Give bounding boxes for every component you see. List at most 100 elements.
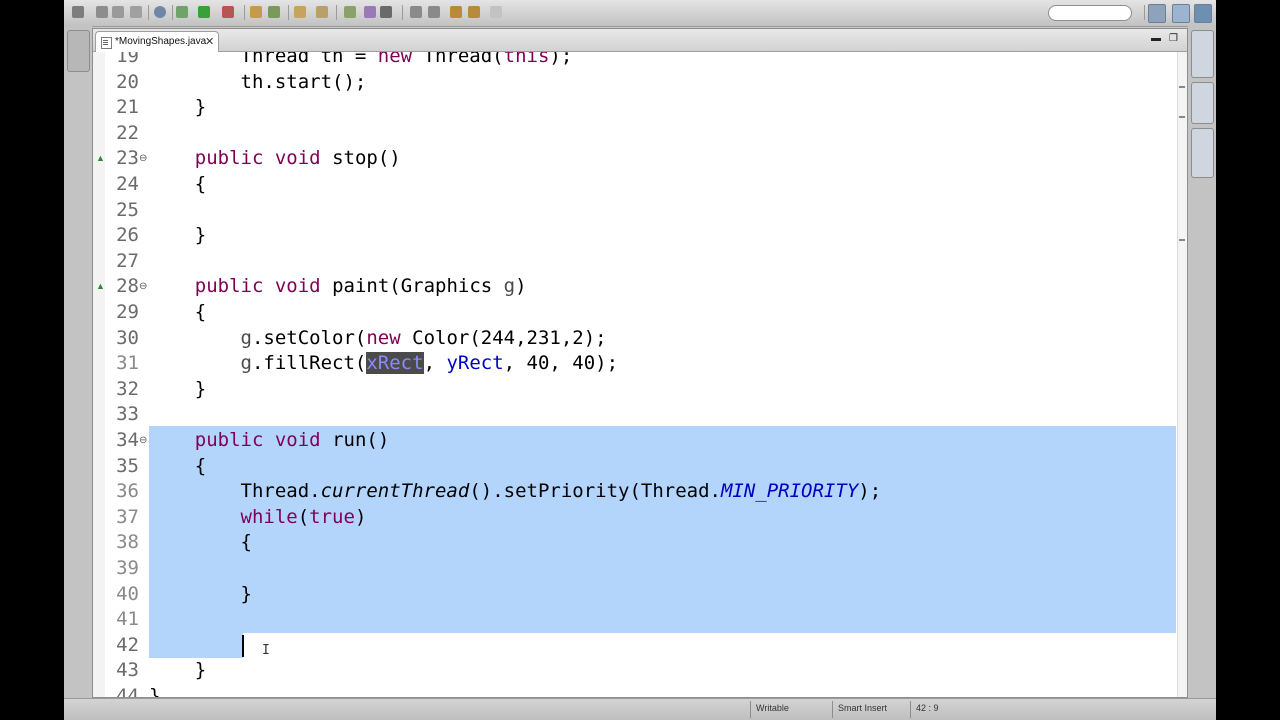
code-token: void <box>274 147 321 170</box>
vertical-scrollbar[interactable] <box>1177 52 1187 697</box>
back-arrow-icon[interactable] <box>450 6 462 18</box>
text-caret <box>242 634 244 657</box>
new-package-icon[interactable] <box>268 6 280 18</box>
code-token: MIN_PRIORITY <box>720 480 859 503</box>
print-icon[interactable] <box>130 6 142 18</box>
save-all-icon[interactable] <box>112 6 124 18</box>
code-line[interactable]: th.start(); <box>149 70 367 96</box>
line-number: 42 <box>116 633 139 656</box>
code-token: } <box>149 96 207 119</box>
toolbar-separator <box>336 5 337 20</box>
line-number: 23 <box>116 147 139 170</box>
line-number: 32 <box>116 377 139 400</box>
code-token: } <box>149 685 161 697</box>
code-line[interactable]: } <box>149 658 206 684</box>
code-line[interactable]: } <box>149 684 160 697</box>
fold-toggle-icon[interactable]: ⊖ <box>139 274 147 300</box>
fold-toggle-icon[interactable]: ⊖ <box>139 146 147 172</box>
line-number: 30 <box>116 326 139 349</box>
line-number: 31 <box>116 352 139 375</box>
line-number: 29 <box>116 301 139 323</box>
code-line[interactable]: { <box>149 300 206 326</box>
code-line[interactable]: { <box>149 454 206 480</box>
tasks-minimized[interactable] <box>1191 82 1214 124</box>
editor-tab-movingshapes[interactable]: *MovingShapes.java ✕ <box>95 31 219 52</box>
code-line[interactable]: } <box>149 95 206 121</box>
code-line[interactable]: while(true) <box>149 505 367 531</box>
debug-perspective-icon[interactable] <box>1194 4 1212 23</box>
quick-access-input[interactable] <box>1048 5 1132 21</box>
code-line[interactable]: Thread.currentThread().setPriority(Threa… <box>149 479 882 505</box>
code-token: xRect <box>366 352 424 375</box>
java-perspective-icon[interactable] <box>1172 4 1190 23</box>
debug-skip-icon[interactable] <box>154 6 166 18</box>
code-line[interactable]: { <box>149 530 252 556</box>
line-number: 24 <box>116 173 139 195</box>
code-area[interactable]: 19 Thread th = new Thread(this); 20 th.st… <box>93 52 1187 697</box>
code-token: currentThread <box>320 480 470 503</box>
code-line[interactable]: public void paint(Graphics g) <box>149 274 527 300</box>
code-line[interactable]: } <box>149 377 206 403</box>
open-type-icon[interactable] <box>294 6 306 18</box>
java-file-icon <box>101 37 112 49</box>
package-explorer-minimized[interactable] <box>67 30 90 72</box>
code-token: run() <box>320 429 390 451</box>
code-line[interactable]: g.fillRect(xRect, yRect, 40, 40); <box>149 351 618 377</box>
code-token: g <box>240 326 252 349</box>
debug-icon[interactable] <box>176 6 188 18</box>
prev-annotation-icon[interactable] <box>428 6 440 18</box>
status-bar: Writable Smart Insert 42 : 9 <box>64 698 1216 720</box>
new-java-project-icon[interactable] <box>250 6 262 18</box>
outline-minimized[interactable] <box>1191 30 1214 78</box>
open-perspective-icon[interactable] <box>1148 4 1166 23</box>
annotation-icon[interactable] <box>364 6 376 18</box>
code-token: , <box>423 352 447 375</box>
code-token: .fillRect( <box>251 352 367 375</box>
code-line[interactable]: public void run() <box>149 428 390 454</box>
new-icon[interactable] <box>72 6 84 18</box>
run-icon[interactable] <box>198 6 210 18</box>
writable-status: Writable <box>756 703 789 713</box>
code-line[interactable]: { <box>149 172 206 198</box>
code-token: g <box>240 352 252 375</box>
toolbar-separator <box>148 5 149 20</box>
close-tab-icon[interactable]: ✕ <box>205 35 214 48</box>
fold-toggle-icon[interactable]: ⊖ <box>139 428 147 454</box>
line-number: 34 <box>116 429 139 451</box>
forward-arrow-icon[interactable] <box>468 6 480 18</box>
code-line[interactable]: } <box>149 582 252 608</box>
maximize-icon[interactable]: ❐ <box>1169 33 1178 44</box>
code-token: g <box>503 275 516 298</box>
overview-mark <box>1179 239 1185 241</box>
code-line[interactable]: } <box>149 223 206 249</box>
console-minimized[interactable] <box>1191 128 1214 178</box>
toggle-mark-icon[interactable] <box>344 6 356 18</box>
line-number: 41 <box>116 608 139 631</box>
code-token: ) <box>354 505 367 528</box>
line-number: 44 <box>116 685 139 697</box>
line-number: 26 <box>116 224 139 247</box>
next-annotation-icon[interactable] <box>410 6 422 18</box>
code-token: ().setPriority(Thread. <box>469 480 721 503</box>
code-line[interactable]: g.setColor(new Color(244,231,2); <box>149 326 607 352</box>
search-icon[interactable] <box>316 6 328 18</box>
code-token: Thread. <box>149 480 321 503</box>
code-line[interactable]: Thread th = new Thread(this); <box>149 52 573 70</box>
external-tools-icon[interactable] <box>222 6 234 18</box>
code-token: yRect <box>446 352 504 375</box>
code-token: public <box>194 147 264 170</box>
code-token: stop() <box>320 147 401 170</box>
code-token: } <box>149 659 207 682</box>
save-icon[interactable] <box>96 6 108 18</box>
code-token: public <box>194 275 264 298</box>
editor-tab-title: *MovingShapes.java <box>115 36 207 47</box>
show-whitespace-icon[interactable] <box>380 6 392 18</box>
minimize-icon[interactable]: ▬ <box>1151 33 1161 44</box>
code-token: } <box>149 377 207 400</box>
code-line[interactable]: public void stop() <box>149 146 401 172</box>
